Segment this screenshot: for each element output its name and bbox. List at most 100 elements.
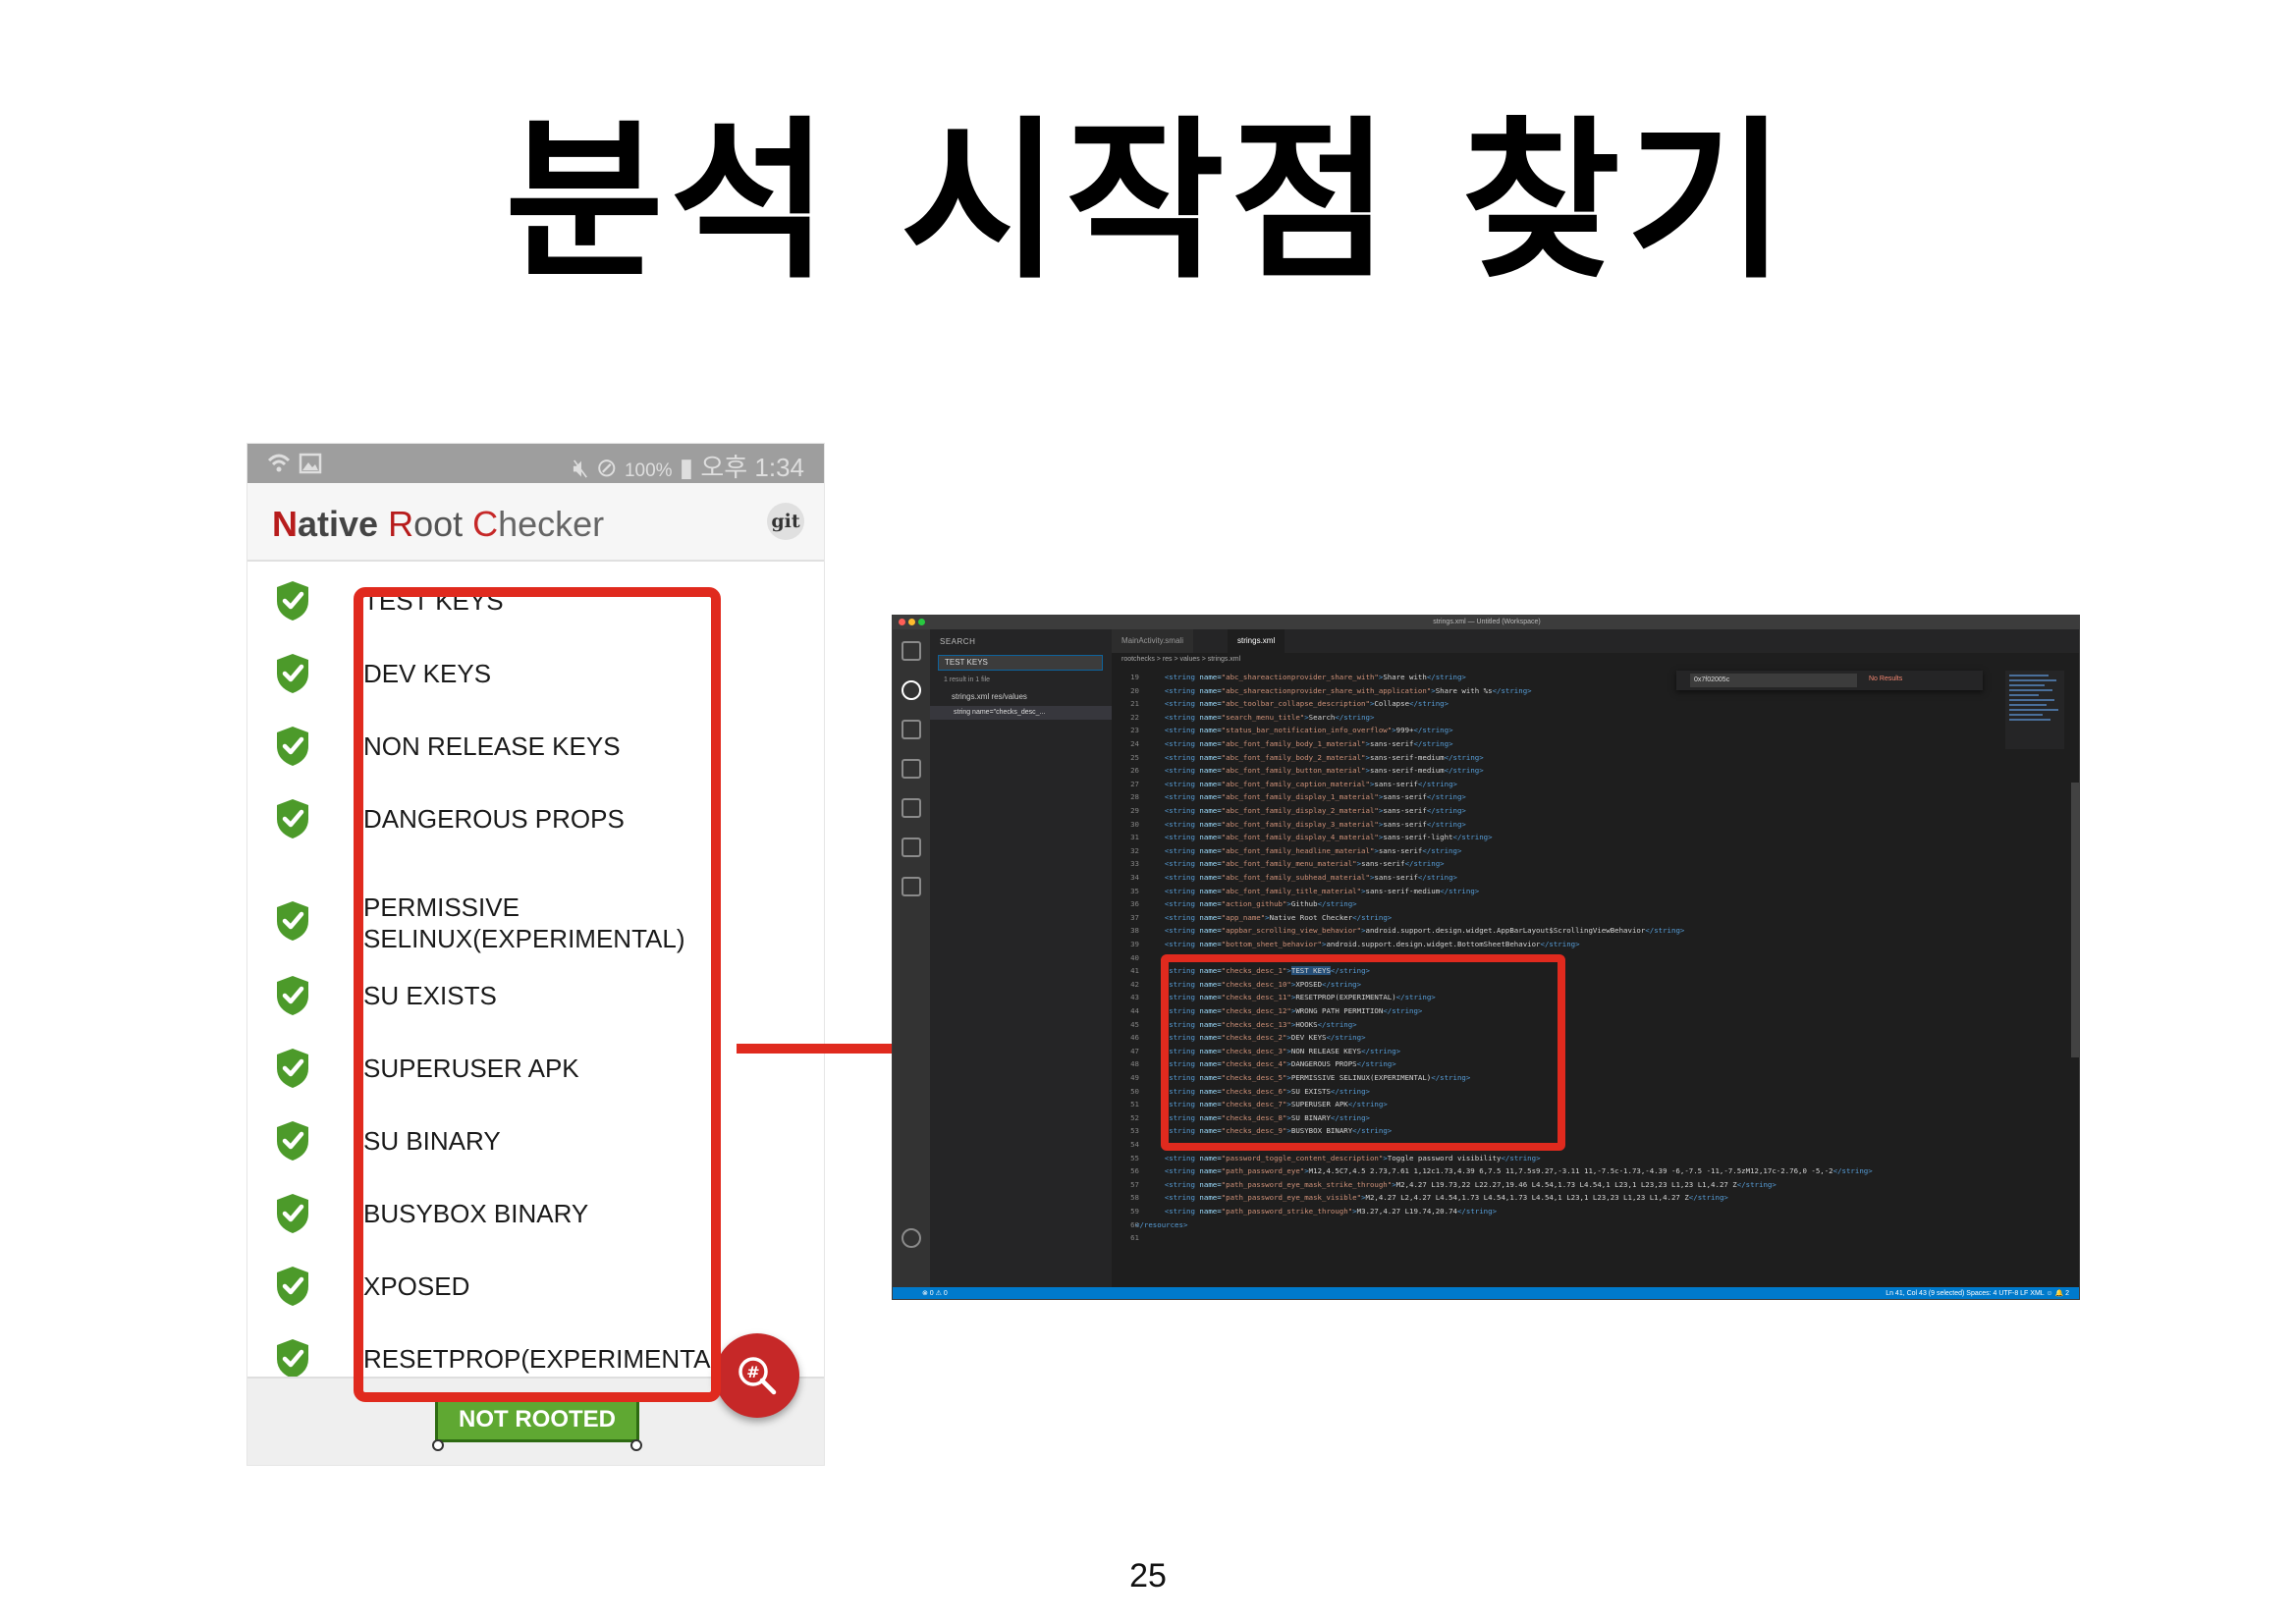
title-letter-n: N: [272, 504, 298, 544]
title-checker: hecker: [498, 504, 605, 544]
search-icon[interactable]: [902, 680, 921, 700]
code-text: <string name="path_password_eye_mask_vis…: [1164, 1193, 1728, 1203]
shield-check-icon: [273, 725, 312, 768]
line-number: 22: [1130, 712, 1139, 722]
problems-count[interactable]: ⊗ 0 ⚠ 0: [922, 1287, 948, 1299]
tab-mainactivity[interactable]: MainActivity.smali: [1112, 629, 1193, 653]
line-number: 58: [1130, 1193, 1139, 1203]
search-input[interactable]: TEST KEYS: [938, 655, 1103, 671]
line-number: 27: [1130, 779, 1139, 788]
git-button[interactable]: git: [767, 503, 804, 540]
shield-check-icon: [273, 579, 312, 622]
line-number: 36: [1130, 899, 1139, 909]
tab-strings-xml[interactable]: strings.xml: [1228, 629, 1285, 653]
scan-fab-button[interactable]: #: [715, 1333, 799, 1418]
editor-titlebar: strings.xml — Untitled (Workspace): [893, 616, 2079, 629]
find-input[interactable]: 0x7f02005c: [1690, 674, 1857, 687]
search-sidebar: SEARCH TEST KEYS 1 result in 1 file stri…: [930, 629, 1112, 1287]
app-title: Native Root Checker: [272, 504, 604, 545]
line-number: 32: [1130, 845, 1139, 855]
terminal-icon[interactable]: [902, 877, 921, 896]
title-letter-c: C: [472, 504, 499, 544]
shield-check-icon: [273, 1119, 312, 1162]
remote-icon[interactable]: [902, 838, 921, 857]
code-text: <string name="path_password_eye_mask_str…: [1164, 1179, 1777, 1189]
code-text: <string name="bottom_sheet_behavior">and…: [1164, 940, 1580, 948]
search-hash-icon: #: [738, 1357, 777, 1395]
line-number: 26: [1130, 766, 1139, 776]
code-text: <string name="abc_font_family_button_mat…: [1164, 766, 1484, 776]
sidebar-header: SEARCH: [940, 637, 976, 646]
minimap[interactable]: [2005, 671, 2064, 749]
gear-icon[interactable]: [902, 1228, 921, 1248]
cursor-position[interactable]: Ln 41, Col 43 (9 selected) Spaces: 4 UTF…: [1886, 1287, 2069, 1299]
shield-check-icon: [273, 1047, 312, 1090]
line-number: 54: [1130, 1140, 1139, 1149]
wifi-icon: [265, 449, 324, 483]
line-number: 28: [1130, 792, 1139, 802]
line-number: 57: [1130, 1179, 1139, 1189]
shield-check-icon: [273, 899, 312, 943]
code-text: <string name="status_bar_notification_in…: [1164, 726, 1453, 735]
activity-bar: [893, 629, 930, 1287]
line-number: 49: [1130, 1073, 1139, 1082]
find-widget: 0x7f02005c No Results: [1676, 671, 1983, 690]
code-text: <string name="abc_font_family_display_4_…: [1164, 833, 1493, 842]
code-text: <string name="abc_font_family_body_2_mat…: [1164, 752, 1484, 762]
line-number: 34: [1130, 873, 1139, 882]
line-number: 19: [1130, 673, 1139, 681]
line-number: 21: [1130, 699, 1139, 709]
line-number: 31: [1130, 833, 1139, 842]
svg-text:#: #: [746, 1363, 759, 1381]
search-result-file[interactable]: strings.xml res/values: [952, 692, 1027, 701]
line-number: 55: [1130, 1153, 1139, 1162]
title-native: ative: [298, 504, 389, 544]
window-title: strings.xml — Untitled (Workspace): [1433, 619, 1541, 625]
status-right: 🔇︎ ⊘ 100% ▮ 오후 1:34: [573, 448, 804, 484]
android-status-bar: 🔇︎ ⊘ 100% ▮ 오후 1:34: [247, 444, 824, 483]
line-number: 61: [1130, 1233, 1139, 1243]
shield-check-icon: [273, 974, 312, 1017]
line-number: 46: [1130, 1033, 1139, 1043]
explorer-icon[interactable]: [902, 641, 921, 661]
not-rooted-badge: NOT ROOTED: [432, 1397, 642, 1451]
line-number: 48: [1130, 1059, 1139, 1069]
code-text: <string name="abc_font_family_title_mate…: [1164, 886, 1480, 895]
code-text: <string name="abc_font_family_subhead_ma…: [1164, 873, 1457, 882]
no-disturb-icon: ⊘: [595, 453, 618, 482]
clock: 오후 1:34: [700, 453, 804, 482]
search-result-match[interactable]: string name="checks_desc_...: [930, 706, 1112, 720]
code-text: <string name="abc_font_family_display_1_…: [1164, 792, 1466, 802]
line-number: 35: [1130, 886, 1139, 895]
line-number: 23: [1130, 726, 1139, 735]
code-text: <string name="app_name">Native Root Chec…: [1164, 912, 1393, 922]
line-number: 39: [1130, 940, 1139, 948]
breadcrumb[interactable]: rootchecks > res > values > strings.xml: [1112, 653, 2079, 667]
line-number: 47: [1130, 1046, 1139, 1055]
maximize-window-button[interactable]: [918, 619, 925, 625]
code-text: <string name="path_password_eye">M12,4.5…: [1164, 1166, 1873, 1176]
battery-icon: ▮: [679, 453, 694, 482]
line-number: 53: [1130, 1126, 1139, 1136]
code-text: <string name="appbar_scrolling_view_beha…: [1164, 926, 1685, 936]
line-number: 25: [1130, 752, 1139, 762]
extensions-icon[interactable]: [902, 798, 921, 818]
line-number: 29: [1130, 806, 1139, 815]
code-text: <string name="abc_font_family_headline_m…: [1164, 845, 1462, 855]
line-number: 38: [1130, 926, 1139, 936]
line-number: 20: [1130, 685, 1139, 695]
code-text: <string name="search_menu_title">Search<…: [1164, 712, 1375, 722]
shield-check-icon: [273, 797, 312, 840]
code-text: </resources>: [1135, 1219, 1188, 1229]
minimize-window-button[interactable]: [908, 619, 915, 625]
source-control-icon[interactable]: [902, 720, 921, 739]
close-window-button[interactable]: [899, 619, 905, 625]
line-number: 50: [1130, 1086, 1139, 1096]
debug-icon[interactable]: [902, 759, 921, 779]
title-letter-r: R: [388, 504, 414, 544]
editor-scrollbar[interactable]: [2071, 783, 2079, 1057]
line-number: 24: [1130, 739, 1139, 748]
code-text: <string name="abc_toolbar_collapse_descr…: [1164, 699, 1449, 709]
code-text: <string name="abc_shareactionprovider_sh…: [1164, 685, 1532, 695]
code-text: <string name="abc_font_family_body_1_mat…: [1164, 739, 1453, 748]
